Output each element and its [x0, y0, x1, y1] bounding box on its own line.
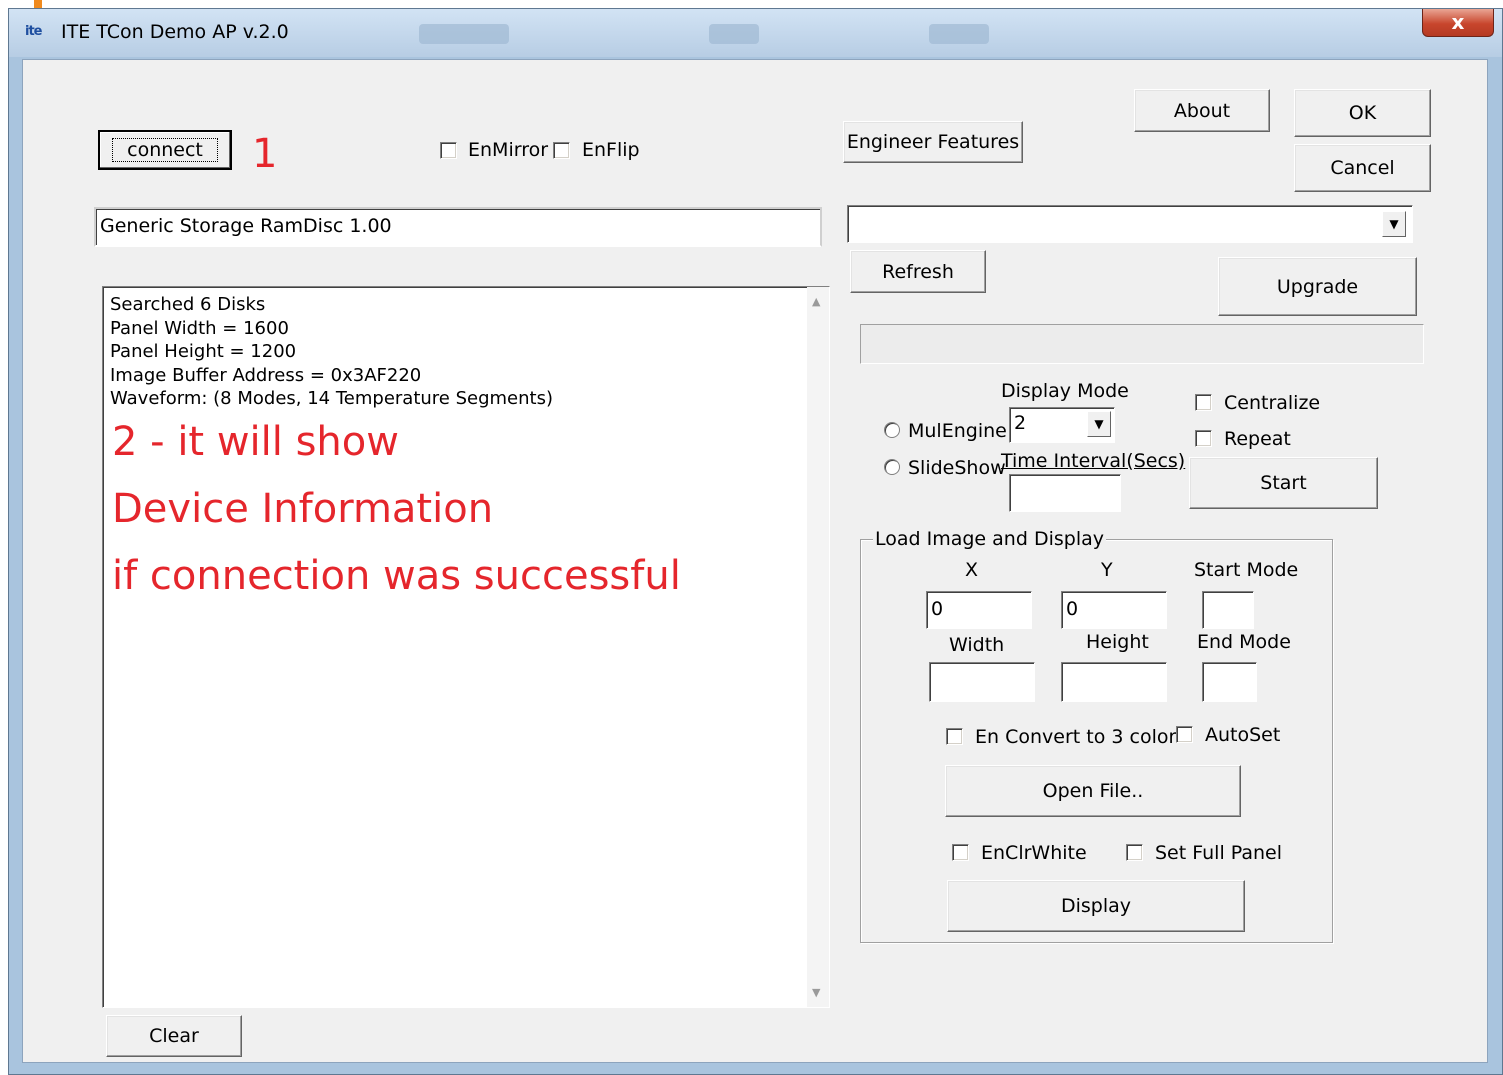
chevron-down-icon[interactable]: ▼ — [1382, 211, 1406, 237]
window-title: ITE TCon Demo AP v.2.0 — [61, 21, 289, 43]
app-logo-icon: ite — [25, 24, 42, 39]
autoset-checkbox[interactable] — [1176, 726, 1193, 743]
start-mode-input[interactable] — [1202, 591, 1254, 629]
cancel-button[interactable]: Cancel — [1294, 144, 1431, 192]
ok-button[interactable]: OK — [1294, 89, 1431, 137]
annotation-step-2-line-1: 2 - it will show — [112, 419, 399, 465]
load-image-group-title: Load Image and Display — [873, 528, 1106, 550]
upgrade-progress-bar — [860, 324, 1424, 364]
height-label: Height — [1086, 631, 1149, 653]
mulengine-label: MulEngine — [908, 420, 1007, 442]
repeat-label: Repeat — [1224, 428, 1291, 450]
start-button[interactable]: Start — [1189, 457, 1378, 509]
height-input[interactable] — [1061, 662, 1167, 702]
time-interval-label: Time Interval(Secs) — [1001, 450, 1186, 472]
width-input[interactable] — [929, 662, 1035, 702]
repeat-checkbox[interactable] — [1195, 430, 1212, 447]
set-full-panel-checkbox[interactable] — [1126, 844, 1143, 861]
load-image-group: Load Image and Display X Y Start Mode 0 … — [860, 528, 1333, 943]
scroll-down-icon[interactable]: ▼ — [812, 986, 820, 999]
y-input[interactable]: 0 — [1061, 591, 1167, 629]
start-mode-label: Start Mode — [1194, 559, 1299, 581]
clear-button[interactable]: Clear — [106, 1015, 242, 1057]
enflip-label: EnFlip — [582, 139, 640, 161]
scroll-up-icon[interactable]: ▲ — [812, 295, 820, 308]
slideshow-radio[interactable] — [884, 459, 900, 475]
connect-label: connect — [112, 138, 218, 162]
annotation-step-2-line-2: Device Information — [112, 486, 494, 532]
end-mode-input[interactable] — [1202, 662, 1257, 702]
x-label: X — [965, 559, 979, 581]
close-button[interactable]: x — [1422, 9, 1494, 37]
centralize-label: Centralize — [1224, 392, 1321, 414]
app-window: ite ITE TCon Demo AP v.2.0 x connect 1 E… — [8, 8, 1503, 1075]
device-select[interactable]: ▼ — [847, 205, 1413, 243]
enclrwhite-label: EnClrWhite — [981, 842, 1087, 864]
log-textarea[interactable]: Searched 6 Disks Panel Width = 1600 Pane… — [102, 286, 830, 1008]
x-input[interactable]: 0 — [926, 591, 1032, 629]
blurred-region — [709, 24, 759, 44]
display-mode-select[interactable]: 2 ▼ — [1009, 407, 1115, 443]
set-full-panel-label: Set Full Panel — [1155, 842, 1283, 864]
time-interval-input[interactable] — [1009, 474, 1121, 512]
slideshow-label: SlideShow — [908, 457, 1006, 479]
chevron-down-icon[interactable]: ▼ — [1087, 411, 1111, 437]
connect-button[interactable]: connect — [98, 130, 232, 170]
blurred-region — [929, 24, 989, 44]
blurred-region — [419, 24, 509, 44]
dialog-body: connect 1 EnMirror EnFlip Engineer Featu… — [22, 59, 1488, 1063]
close-icon: x — [1451, 10, 1465, 34]
log-lines: Searched 6 Disks Panel Width = 1600 Pane… — [110, 293, 553, 411]
upgrade-button[interactable]: Upgrade — [1218, 257, 1417, 316]
mulengine-radio[interactable] — [884, 422, 900, 438]
log-line: Image Buffer Address = 0x3AF220 — [110, 364, 422, 386]
engineer-features-button[interactable]: Engineer Features — [843, 121, 1023, 163]
log-line: Panel Height = 1200 — [110, 341, 297, 362]
autoset-label: AutoSet — [1205, 724, 1281, 746]
enclrwhite-checkbox[interactable] — [952, 844, 969, 861]
device-name-field[interactable]: Generic Storage RamDisc 1.00 — [94, 207, 822, 247]
log-line: Panel Width = 1600 — [110, 317, 289, 339]
convert-3-color-checkbox[interactable] — [946, 728, 963, 745]
log-line: Waveform: (8 Modes, 14 Temperature Segme… — [110, 388, 553, 409]
log-line: Searched 6 Disks — [110, 294, 266, 315]
y-label: Y — [1101, 559, 1113, 581]
centralize-checkbox[interactable] — [1195, 394, 1212, 411]
about-button[interactable]: About — [1134, 89, 1270, 132]
width-label: Width — [949, 634, 1005, 656]
log-scrollbar[interactable]: ▲ ▼ — [807, 287, 829, 1007]
convert-3-color-label: En Convert to 3 color — [975, 726, 1177, 748]
display-mode-label: Display Mode — [1001, 380, 1129, 402]
end-mode-label: End Mode — [1197, 631, 1291, 653]
y-value: 0 — [1066, 598, 1079, 620]
enmirror-checkbox[interactable] — [440, 142, 457, 159]
open-file-button[interactable]: Open File.. — [945, 765, 1241, 817]
display-mode-value: 2 — [1014, 412, 1027, 434]
enflip-checkbox[interactable] — [553, 142, 570, 159]
annotation-step-2-line-3: if connection was successful — [112, 553, 681, 599]
enmirror-label: EnMirror — [468, 139, 549, 161]
device-name-value: Generic Storage RamDisc 1.00 — [100, 215, 392, 237]
annotation-step-1: 1 — [252, 131, 278, 177]
display-button[interactable]: Display — [947, 880, 1245, 932]
title-bar[interactable]: ite ITE TCon Demo AP v.2.0 x — [9, 9, 1502, 57]
refresh-button[interactable]: Refresh — [850, 250, 986, 293]
x-value: 0 — [931, 598, 944, 620]
